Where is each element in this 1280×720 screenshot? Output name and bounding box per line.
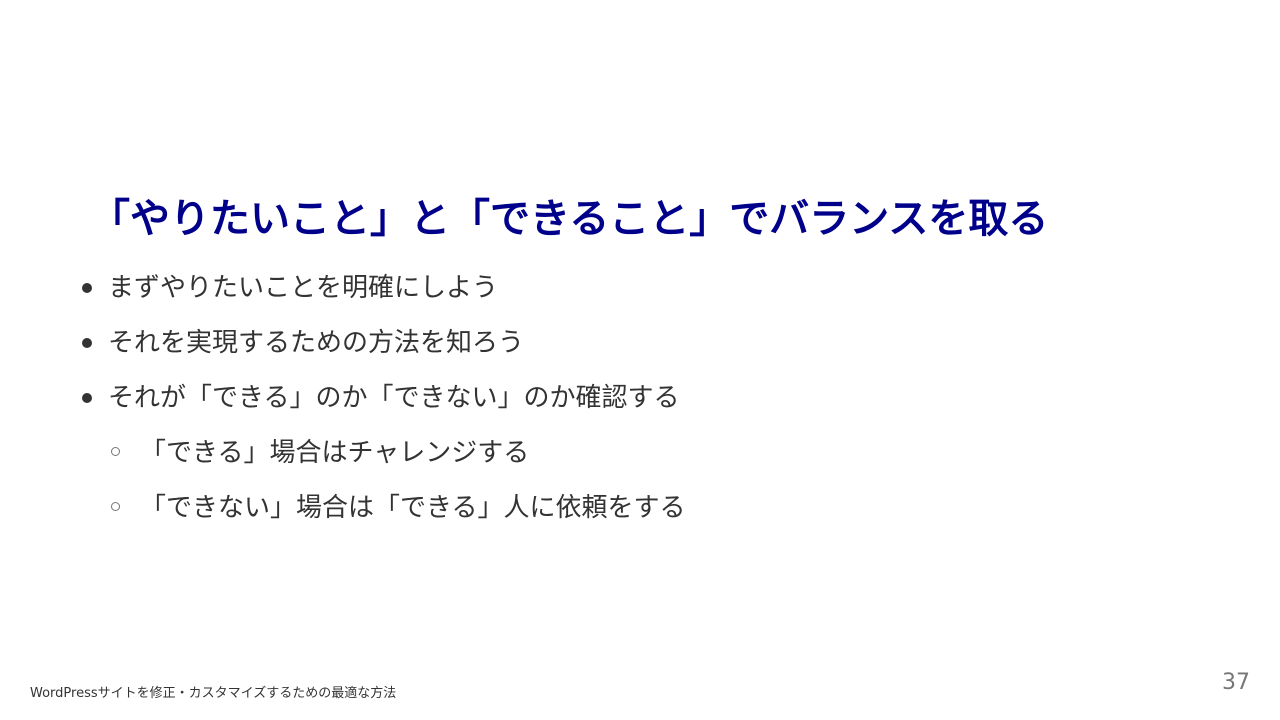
sub-bullet-icon (111, 502, 120, 511)
slide-title: 「やりたいこと」と「できること」でバランスを取る (90, 196, 1049, 242)
bullet-icon (82, 393, 92, 403)
bullet-icon (82, 283, 92, 293)
list-item: それが「できる」のか「できない」のか確認する (108, 383, 680, 413)
slide-footer: WordPressサイトを修正・カスタマイズするための最適な方法 (30, 686, 397, 701)
sub-bullet-icon (111, 447, 120, 456)
list-item: 「できる」場合はチャレンジする (140, 438, 530, 468)
bullet-icon (82, 338, 92, 348)
page-number: 37 (1222, 670, 1250, 695)
list-item: 「できない」場合は「できる」人に依頼をする (140, 493, 686, 523)
list-item: それを実現するための方法を知ろう (108, 328, 525, 358)
list-item: まずやりたいことを明確にしよう (108, 273, 499, 303)
